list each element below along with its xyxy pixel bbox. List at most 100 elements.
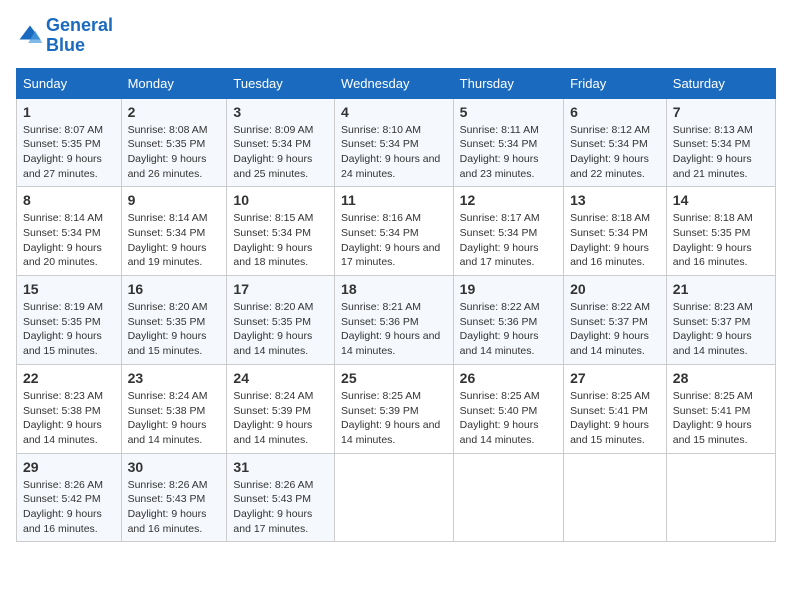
calendar-week-row: 1 Sunrise: 8:07 AM Sunset: 5:35 PM Dayli… [17,98,776,187]
calendar-cell: 14 Sunrise: 8:18 AM Sunset: 5:35 PM Dayl… [666,187,775,276]
cell-content: Sunrise: 8:11 AM Sunset: 5:34 PM Dayligh… [460,123,557,182]
calendar-cell: 15 Sunrise: 8:19 AM Sunset: 5:35 PM Dayl… [17,276,122,365]
day-number: 20 [570,281,660,297]
cell-content: Sunrise: 8:24 AM Sunset: 5:39 PM Dayligh… [233,389,328,448]
calendar-cell: 29 Sunrise: 8:26 AM Sunset: 5:42 PM Dayl… [17,453,122,542]
day-number: 7 [673,104,769,120]
day-number: 18 [341,281,447,297]
day-number: 12 [460,192,557,208]
calendar-cell: 24 Sunrise: 8:24 AM Sunset: 5:39 PM Dayl… [227,364,335,453]
calendar-cell: 21 Sunrise: 8:23 AM Sunset: 5:37 PM Dayl… [666,276,775,365]
weekday-header: Saturday [666,68,775,98]
cell-content: Sunrise: 8:09 AM Sunset: 5:34 PM Dayligh… [233,123,328,182]
calendar-cell: 19 Sunrise: 8:22 AM Sunset: 5:36 PM Dayl… [453,276,563,365]
day-number: 9 [128,192,221,208]
cell-content: Sunrise: 8:13 AM Sunset: 5:34 PM Dayligh… [673,123,769,182]
logo: General Blue [16,16,113,56]
cell-content: Sunrise: 8:07 AM Sunset: 5:35 PM Dayligh… [23,123,115,182]
day-number: 6 [570,104,660,120]
calendar-cell: 25 Sunrise: 8:25 AM Sunset: 5:39 PM Dayl… [335,364,454,453]
calendar-cell: 30 Sunrise: 8:26 AM Sunset: 5:43 PM Dayl… [121,453,227,542]
weekday-header: Friday [564,68,667,98]
calendar-week-row: 8 Sunrise: 8:14 AM Sunset: 5:34 PM Dayli… [17,187,776,276]
day-number: 4 [341,104,447,120]
day-number: 27 [570,370,660,386]
cell-content: Sunrise: 8:20 AM Sunset: 5:35 PM Dayligh… [233,300,328,359]
day-number: 23 [128,370,221,386]
cell-content: Sunrise: 8:18 AM Sunset: 5:34 PM Dayligh… [570,211,660,270]
cell-content: Sunrise: 8:12 AM Sunset: 5:34 PM Dayligh… [570,123,660,182]
calendar-cell: 11 Sunrise: 8:16 AM Sunset: 5:34 PM Dayl… [335,187,454,276]
day-number: 5 [460,104,557,120]
calendar-cell: 10 Sunrise: 8:15 AM Sunset: 5:34 PM Dayl… [227,187,335,276]
day-number: 1 [23,104,115,120]
calendar-cell: 17 Sunrise: 8:20 AM Sunset: 5:35 PM Dayl… [227,276,335,365]
day-number: 30 [128,459,221,475]
cell-content: Sunrise: 8:15 AM Sunset: 5:34 PM Dayligh… [233,211,328,270]
calendar-body: 1 Sunrise: 8:07 AM Sunset: 5:35 PM Dayli… [17,98,776,542]
calendar-cell: 4 Sunrise: 8:10 AM Sunset: 5:34 PM Dayli… [335,98,454,187]
cell-content: Sunrise: 8:25 AM Sunset: 5:41 PM Dayligh… [570,389,660,448]
day-number: 14 [673,192,769,208]
calendar-week-row: 22 Sunrise: 8:23 AM Sunset: 5:38 PM Dayl… [17,364,776,453]
cell-content: Sunrise: 8:26 AM Sunset: 5:42 PM Dayligh… [23,478,115,537]
calendar-cell: 9 Sunrise: 8:14 AM Sunset: 5:34 PM Dayli… [121,187,227,276]
day-number: 3 [233,104,328,120]
cell-content: Sunrise: 8:14 AM Sunset: 5:34 PM Dayligh… [128,211,221,270]
cell-content: Sunrise: 8:22 AM Sunset: 5:36 PM Dayligh… [460,300,557,359]
calendar-cell [453,453,563,542]
day-number: 28 [673,370,769,386]
calendar-cell [335,453,454,542]
cell-content: Sunrise: 8:08 AM Sunset: 5:35 PM Dayligh… [128,123,221,182]
cell-content: Sunrise: 8:19 AM Sunset: 5:35 PM Dayligh… [23,300,115,359]
day-number: 16 [128,281,221,297]
cell-content: Sunrise: 8:18 AM Sunset: 5:35 PM Dayligh… [673,211,769,270]
cell-content: Sunrise: 8:26 AM Sunset: 5:43 PM Dayligh… [233,478,328,537]
calendar-cell: 12 Sunrise: 8:17 AM Sunset: 5:34 PM Dayl… [453,187,563,276]
cell-content: Sunrise: 8:25 AM Sunset: 5:40 PM Dayligh… [460,389,557,448]
calendar-table: SundayMondayTuesdayWednesdayThursdayFrid… [16,68,776,543]
calendar-cell: 8 Sunrise: 8:14 AM Sunset: 5:34 PM Dayli… [17,187,122,276]
calendar-cell: 7 Sunrise: 8:13 AM Sunset: 5:34 PM Dayli… [666,98,775,187]
cell-content: Sunrise: 8:22 AM Sunset: 5:37 PM Dayligh… [570,300,660,359]
calendar-cell: 22 Sunrise: 8:23 AM Sunset: 5:38 PM Dayl… [17,364,122,453]
calendar-cell: 31 Sunrise: 8:26 AM Sunset: 5:43 PM Dayl… [227,453,335,542]
day-number: 26 [460,370,557,386]
cell-content: Sunrise: 8:26 AM Sunset: 5:43 PM Dayligh… [128,478,221,537]
calendar-cell: 18 Sunrise: 8:21 AM Sunset: 5:36 PM Dayl… [335,276,454,365]
cell-content: Sunrise: 8:14 AM Sunset: 5:34 PM Dayligh… [23,211,115,270]
calendar-cell: 26 Sunrise: 8:25 AM Sunset: 5:40 PM Dayl… [453,364,563,453]
calendar-cell [666,453,775,542]
weekday-header: Wednesday [335,68,454,98]
weekday-header: Sunday [17,68,122,98]
day-number: 10 [233,192,328,208]
day-number: 2 [128,104,221,120]
calendar-cell: 3 Sunrise: 8:09 AM Sunset: 5:34 PM Dayli… [227,98,335,187]
cell-content: Sunrise: 8:20 AM Sunset: 5:35 PM Dayligh… [128,300,221,359]
page-header: General Blue [16,16,776,56]
calendar-cell: 23 Sunrise: 8:24 AM Sunset: 5:38 PM Dayl… [121,364,227,453]
day-number: 25 [341,370,447,386]
calendar-header: SundayMondayTuesdayWednesdayThursdayFrid… [17,68,776,98]
calendar-cell: 5 Sunrise: 8:11 AM Sunset: 5:34 PM Dayli… [453,98,563,187]
cell-content: Sunrise: 8:25 AM Sunset: 5:39 PM Dayligh… [341,389,447,448]
day-number: 21 [673,281,769,297]
cell-content: Sunrise: 8:24 AM Sunset: 5:38 PM Dayligh… [128,389,221,448]
calendar-cell: 1 Sunrise: 8:07 AM Sunset: 5:35 PM Dayli… [17,98,122,187]
logo-text: General Blue [46,16,113,56]
calendar-week-row: 29 Sunrise: 8:26 AM Sunset: 5:42 PM Dayl… [17,453,776,542]
day-number: 31 [233,459,328,475]
day-number: 19 [460,281,557,297]
weekday-header: Tuesday [227,68,335,98]
weekday-header: Thursday [453,68,563,98]
cell-content: Sunrise: 8:16 AM Sunset: 5:34 PM Dayligh… [341,211,447,270]
calendar-cell: 20 Sunrise: 8:22 AM Sunset: 5:37 PM Dayl… [564,276,667,365]
day-number: 11 [341,192,447,208]
day-number: 15 [23,281,115,297]
day-number: 17 [233,281,328,297]
day-number: 22 [23,370,115,386]
day-number: 13 [570,192,660,208]
cell-content: Sunrise: 8:25 AM Sunset: 5:41 PM Dayligh… [673,389,769,448]
calendar-week-row: 15 Sunrise: 8:19 AM Sunset: 5:35 PM Dayl… [17,276,776,365]
cell-content: Sunrise: 8:10 AM Sunset: 5:34 PM Dayligh… [341,123,447,182]
